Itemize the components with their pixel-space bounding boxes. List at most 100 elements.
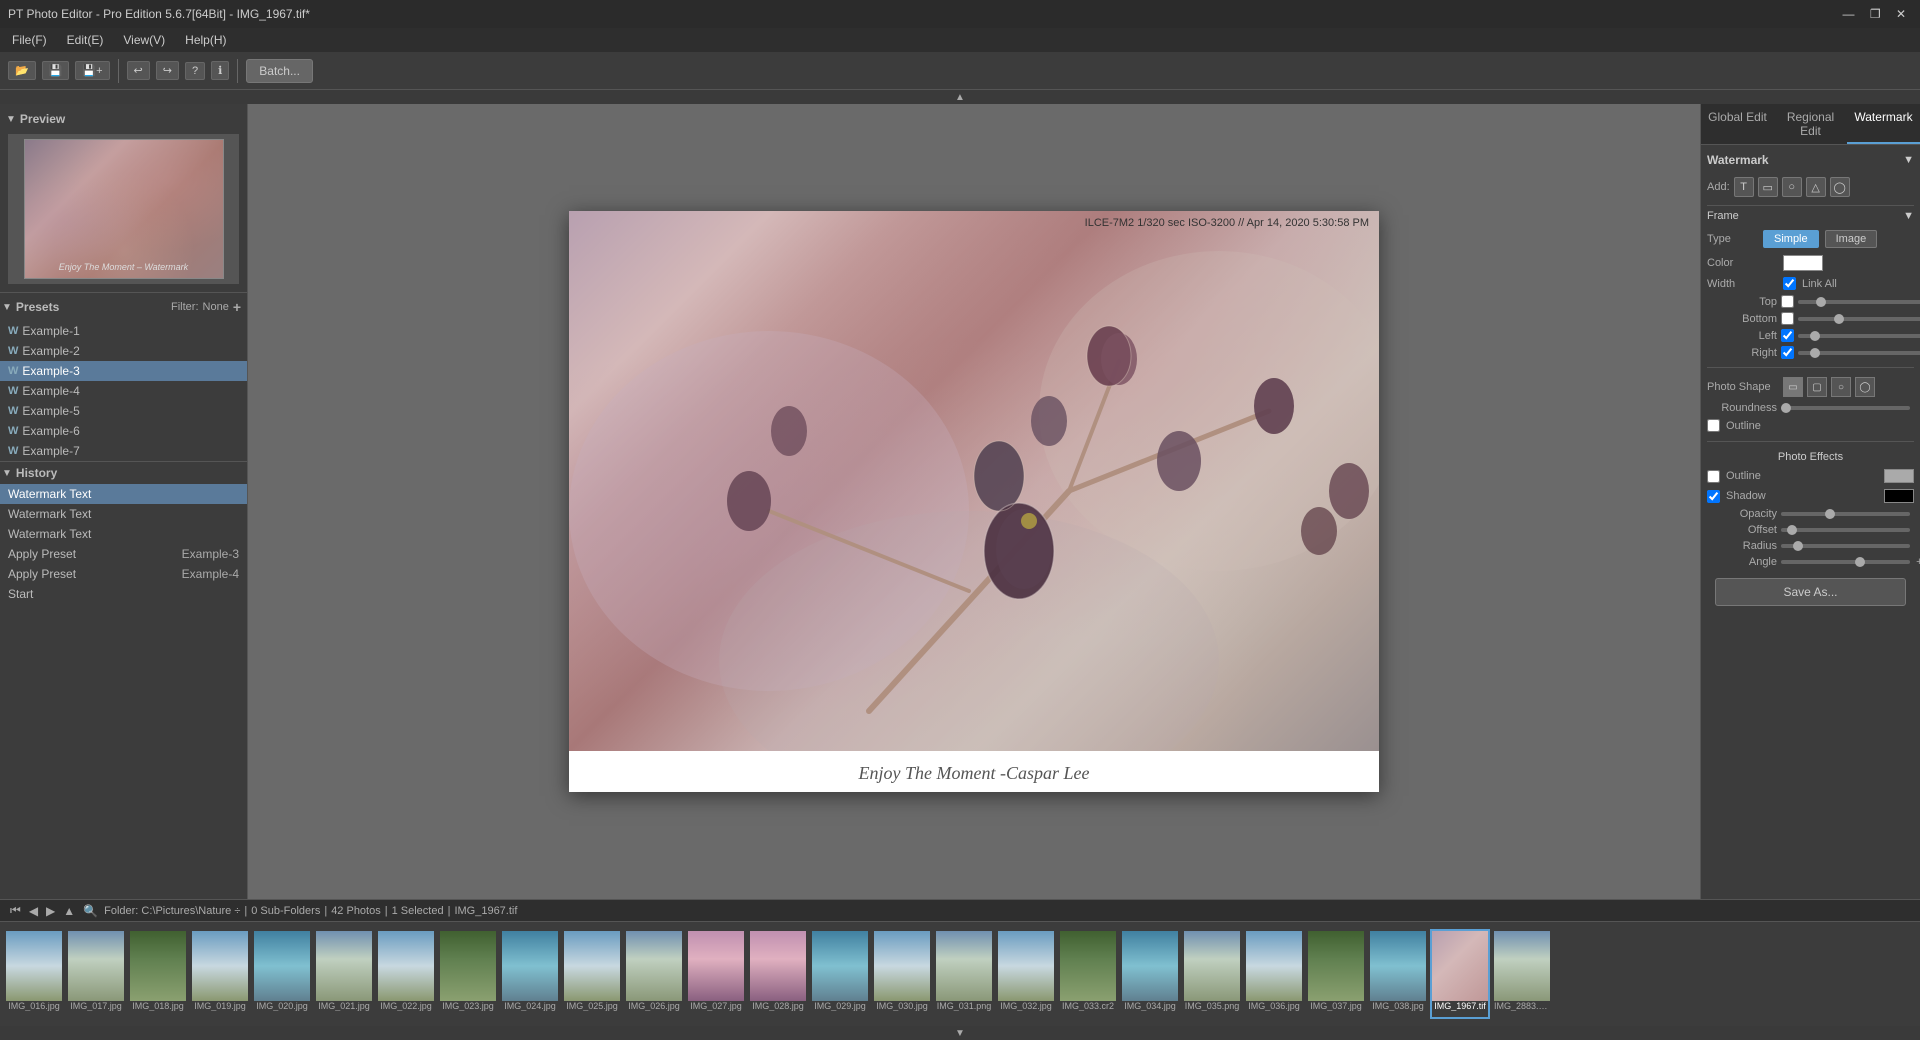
left-slider[interactable] bbox=[1798, 334, 1920, 338]
toolbar-save-as[interactable]: 💾+ bbox=[75, 61, 109, 80]
shape-circle-icon[interactable]: ○ bbox=[1831, 377, 1851, 397]
thumb-img_035[interactable]: IMG_035.png bbox=[1182, 929, 1242, 1019]
history-item-2[interactable]: Watermark Text bbox=[0, 504, 247, 524]
thumb-img_020[interactable]: IMG_020.jpg bbox=[252, 929, 312, 1019]
preset-item-2[interactable]: W Example-2 bbox=[0, 341, 247, 361]
menu-edit[interactable]: Edit(E) bbox=[59, 31, 112, 49]
add-rect-button[interactable]: ▭ bbox=[1758, 177, 1778, 197]
offset-slider[interactable] bbox=[1781, 528, 1910, 532]
history-item-5[interactable]: Apply Preset Example-4 bbox=[0, 564, 247, 584]
toolbar-redo[interactable]: ↪ bbox=[156, 61, 179, 80]
thumb-img_018[interactable]: IMG_018.jpg bbox=[128, 929, 188, 1019]
tab-regional-edit[interactable]: Regional Edit bbox=[1774, 104, 1847, 144]
thumbnails-scroll[interactable]: IMG_016.jpg IMG_017.jpg IMG_018.jpg IMG_… bbox=[0, 925, 1920, 1023]
history-item-4[interactable]: Apply Preset Example-3 bbox=[0, 544, 247, 564]
angle-slider[interactable] bbox=[1781, 560, 1910, 564]
maximize-button[interactable]: ❐ bbox=[1864, 7, 1887, 21]
history-header[interactable]: ▼ History bbox=[0, 462, 247, 484]
right-checkbox[interactable] bbox=[1781, 346, 1794, 359]
opacity-slider[interactable] bbox=[1781, 512, 1910, 516]
thumb-img_038[interactable]: IMG_038.jpg bbox=[1368, 929, 1428, 1019]
nav-forward[interactable]: ▶ bbox=[44, 904, 57, 918]
thumb-img_028[interactable]: IMG_028.jpg bbox=[748, 929, 808, 1019]
history-item-1[interactable]: Watermark Text bbox=[0, 484, 247, 504]
preset-item-3[interactable]: W Example-3 bbox=[0, 361, 247, 381]
add-triangle-button[interactable]: △ bbox=[1806, 177, 1826, 197]
roundness-slider[interactable] bbox=[1781, 406, 1910, 410]
watermark-dropdown-button[interactable]: ▼ bbox=[1903, 154, 1914, 166]
menu-file[interactable]: File(F) bbox=[4, 31, 55, 49]
type-simple-button[interactable]: Simple bbox=[1763, 230, 1819, 248]
preset-item-4[interactable]: W Example-4 bbox=[0, 381, 247, 401]
menu-view[interactable]: View(V) bbox=[115, 31, 173, 49]
thumb-img_034[interactable]: IMG_034.jpg bbox=[1120, 929, 1180, 1019]
presets-header[interactable]: ▼ Presets Filter: None + bbox=[0, 293, 247, 321]
outline-checkbox[interactable] bbox=[1707, 419, 1720, 432]
top-checkbox[interactable] bbox=[1781, 295, 1794, 308]
thumb-img_032[interactable]: IMG_032.jpg bbox=[996, 929, 1056, 1019]
history-item-6[interactable]: Start bbox=[0, 584, 247, 604]
thumb-img_036[interactable]: IMG_036.jpg bbox=[1244, 929, 1304, 1019]
nav-up[interactable]: ▲ bbox=[61, 904, 77, 918]
effects-outline-color[interactable] bbox=[1884, 469, 1914, 483]
thumb-img_027[interactable]: IMG_027.jpg bbox=[686, 929, 746, 1019]
thumb-img_025[interactable]: IMG_025.jpg bbox=[562, 929, 622, 1019]
shape-rect-icon[interactable]: ▭ bbox=[1783, 377, 1803, 397]
batch-button[interactable]: Batch... bbox=[246, 59, 313, 83]
add-ellipse-button[interactable]: ◯ bbox=[1830, 177, 1850, 197]
nav-back[interactable]: ◀ bbox=[27, 904, 40, 918]
toolbar-help[interactable]: ? bbox=[185, 62, 205, 80]
thumb-img_2883[interactable]: IMG_2883.CR2 bbox=[1492, 929, 1552, 1019]
thumb-img_033[interactable]: IMG_033.cr2 bbox=[1058, 929, 1118, 1019]
toolbar-info[interactable]: ℹ bbox=[211, 61, 229, 80]
left-checkbox[interactable] bbox=[1781, 329, 1794, 342]
toolbar-undo[interactable]: ↩ bbox=[127, 61, 150, 80]
thumb-img_030[interactable]: IMG_030.jpg bbox=[872, 929, 932, 1019]
preset-item-1[interactable]: W Example-1 bbox=[0, 321, 247, 341]
shape-ellipse-icon[interactable]: ◯ bbox=[1855, 377, 1875, 397]
shadow-color-box[interactable] bbox=[1884, 489, 1914, 503]
toolbar-save[interactable]: 💾 bbox=[42, 61, 70, 80]
radius-slider[interactable] bbox=[1781, 544, 1910, 548]
thumb-img_037[interactable]: IMG_037.jpg bbox=[1306, 929, 1366, 1019]
preset-item-5[interactable]: W Example-5 bbox=[0, 401, 247, 421]
right-slider[interactable] bbox=[1798, 351, 1920, 355]
bottom-collapse-arrow[interactable]: ▼ bbox=[0, 1026, 1920, 1040]
thumb-img_019[interactable]: IMG_019.jpg bbox=[190, 929, 250, 1019]
nav-back-back[interactable]: ⏮ bbox=[8, 903, 23, 918]
effects-outline-checkbox[interactable] bbox=[1707, 470, 1720, 483]
preview-header[interactable]: ▼ Preview bbox=[4, 108, 243, 130]
thumb-img_024[interactable]: IMG_024.jpg bbox=[500, 929, 560, 1019]
type-image-button[interactable]: Image bbox=[1825, 230, 1878, 248]
link-all-checkbox[interactable] bbox=[1783, 277, 1796, 290]
thumb-img_017[interactable]: IMG_017.jpg bbox=[66, 929, 126, 1019]
top-slider[interactable] bbox=[1798, 300, 1920, 304]
tab-watermark[interactable]: Watermark bbox=[1847, 104, 1920, 144]
thumb-img_026[interactable]: IMG_026.jpg bbox=[624, 929, 684, 1019]
thumb-img_016[interactable]: IMG_016.jpg bbox=[4, 929, 64, 1019]
bottom-checkbox[interactable] bbox=[1781, 312, 1794, 325]
frame-dropdown-button[interactable]: ▼ bbox=[1903, 210, 1914, 222]
preset-item-6[interactable]: W Example-6 bbox=[0, 421, 247, 441]
thumb-img_023[interactable]: IMG_023.jpg bbox=[438, 929, 498, 1019]
history-item-3[interactable]: Watermark Text bbox=[0, 524, 247, 544]
close-button[interactable]: ✕ bbox=[1890, 7, 1912, 21]
thumb-img_031[interactable]: IMG_031.png bbox=[934, 929, 994, 1019]
minimize-button[interactable]: — bbox=[1836, 7, 1860, 21]
filter-add-icon[interactable]: + bbox=[233, 299, 241, 315]
thumb-img_1967[interactable]: IMG_1967.tif bbox=[1430, 929, 1490, 1019]
add-circle-button[interactable]: ○ bbox=[1782, 177, 1802, 197]
top-collapse-arrow[interactable]: ▲ bbox=[0, 90, 1920, 104]
preset-item-7[interactable]: W Example-7 bbox=[0, 441, 247, 461]
thumb-img_021[interactable]: IMG_021.jpg bbox=[314, 929, 374, 1019]
thumb-img_029[interactable]: IMG_029.jpg bbox=[810, 929, 870, 1019]
color-picker[interactable] bbox=[1783, 255, 1823, 271]
tab-global-edit[interactable]: Global Edit bbox=[1701, 104, 1774, 144]
nav-search[interactable]: 🔍 bbox=[81, 904, 100, 918]
bottom-slider[interactable] bbox=[1798, 317, 1920, 321]
toolbar-open[interactable]: 📂 bbox=[8, 61, 36, 80]
menu-help[interactable]: Help(H) bbox=[177, 31, 234, 49]
save-as-button[interactable]: Save As... bbox=[1715, 578, 1906, 606]
shadow-checkbox[interactable] bbox=[1707, 490, 1720, 503]
thumb-img_022[interactable]: IMG_022.jpg bbox=[376, 929, 436, 1019]
